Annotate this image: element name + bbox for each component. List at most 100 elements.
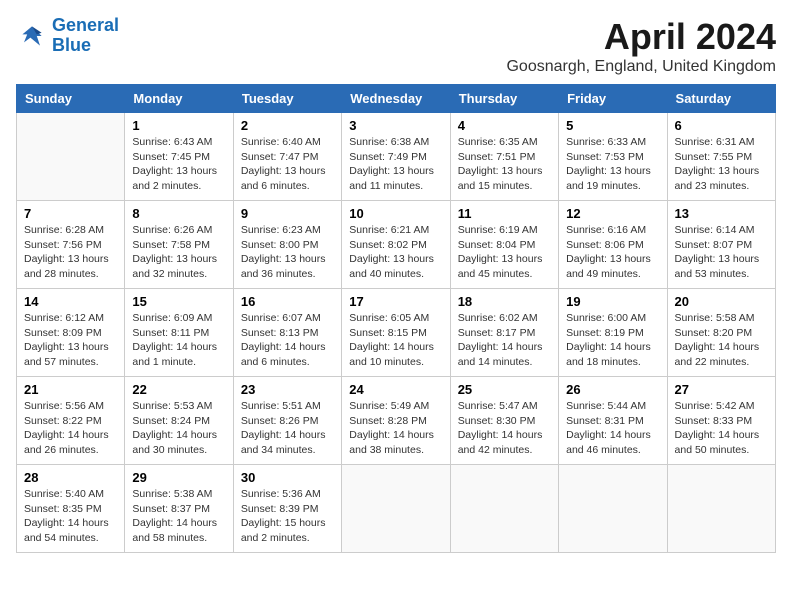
day-number: 15 (132, 294, 225, 309)
day-info: Sunrise: 6:38 AM Sunset: 7:49 PM Dayligh… (349, 135, 442, 194)
calendar-cell: 29 Sunrise: 5:38 AM Sunset: 8:37 PM Dayli… (125, 465, 233, 553)
day-number: 8 (132, 206, 225, 221)
day-number: 28 (24, 470, 117, 485)
calendar-cell: 9 Sunrise: 6:23 AM Sunset: 8:00 PM Daylig… (233, 201, 341, 289)
calendar-week-4: 21 Sunrise: 5:56 AM Sunset: 8:22 PM Dayli… (17, 377, 776, 465)
calendar-cell: 19 Sunrise: 6:00 AM Sunset: 8:19 PM Dayli… (559, 289, 667, 377)
calendar-cell (342, 465, 450, 553)
logo-text: General Blue (52, 16, 119, 56)
day-number: 4 (458, 118, 551, 133)
day-info: Sunrise: 6:26 AM Sunset: 7:58 PM Dayligh… (132, 223, 225, 282)
weekday-header-wednesday: Wednesday (342, 85, 450, 113)
day-info: Sunrise: 5:40 AM Sunset: 8:35 PM Dayligh… (24, 487, 117, 546)
calendar-cell: 21 Sunrise: 5:56 AM Sunset: 8:22 PM Dayli… (17, 377, 125, 465)
calendar-cell: 25 Sunrise: 5:47 AM Sunset: 8:30 PM Dayli… (450, 377, 558, 465)
calendar-cell: 16 Sunrise: 6:07 AM Sunset: 8:13 PM Dayli… (233, 289, 341, 377)
weekday-header-monday: Monday (125, 85, 233, 113)
calendar-cell: 13 Sunrise: 6:14 AM Sunset: 8:07 PM Dayli… (667, 201, 775, 289)
calendar-cell: 1 Sunrise: 6:43 AM Sunset: 7:45 PM Daylig… (125, 113, 233, 201)
calendar-cell: 22 Sunrise: 5:53 AM Sunset: 8:24 PM Dayli… (125, 377, 233, 465)
day-info: Sunrise: 6:23 AM Sunset: 8:00 PM Dayligh… (241, 223, 334, 282)
weekday-header-saturday: Saturday (667, 85, 775, 113)
calendar-week-5: 28 Sunrise: 5:40 AM Sunset: 8:35 PM Dayli… (17, 465, 776, 553)
day-number: 12 (566, 206, 659, 221)
day-info: Sunrise: 6:05 AM Sunset: 8:15 PM Dayligh… (349, 311, 442, 370)
day-number: 5 (566, 118, 659, 133)
calendar-cell: 17 Sunrise: 6:05 AM Sunset: 8:15 PM Dayli… (342, 289, 450, 377)
day-number: 23 (241, 382, 334, 397)
day-info: Sunrise: 6:33 AM Sunset: 7:53 PM Dayligh… (566, 135, 659, 194)
calendar-body: 1 Sunrise: 6:43 AM Sunset: 7:45 PM Daylig… (17, 113, 776, 553)
calendar-week-2: 7Sunrise: 6:28 AM Sunset: 7:56 PM Daylig… (17, 201, 776, 289)
day-number: 10 (349, 206, 442, 221)
day-number: 29 (132, 470, 225, 485)
day-number: 11 (458, 206, 551, 221)
day-number: 25 (458, 382, 551, 397)
day-number: 16 (241, 294, 334, 309)
day-info: Sunrise: 6:07 AM Sunset: 8:13 PM Dayligh… (241, 311, 334, 370)
calendar-cell: 23Sunrise: 5:51 AM Sunset: 8:26 PM Dayli… (233, 377, 341, 465)
day-info: Sunrise: 5:49 AM Sunset: 8:28 PM Dayligh… (349, 399, 442, 458)
page-header: General Blue April 2024 Goosnargh, Engla… (16, 16, 776, 76)
day-info: Sunrise: 6:43 AM Sunset: 7:45 PM Dayligh… (132, 135, 225, 194)
calendar-cell: 26Sunrise: 5:44 AM Sunset: 8:31 PM Dayli… (559, 377, 667, 465)
day-number: 21 (24, 382, 117, 397)
day-info: Sunrise: 5:47 AM Sunset: 8:30 PM Dayligh… (458, 399, 551, 458)
weekday-header-sunday: Sunday (17, 85, 125, 113)
calendar-cell: 12 Sunrise: 6:16 AM Sunset: 8:06 PM Dayli… (559, 201, 667, 289)
calendar-cell: 27 Sunrise: 5:42 AM Sunset: 8:33 PM Dayli… (667, 377, 775, 465)
calendar-week-3: 14 Sunrise: 6:12 AM Sunset: 8:09 PM Dayli… (17, 289, 776, 377)
day-number: 20 (675, 294, 768, 309)
calendar-cell: 28 Sunrise: 5:40 AM Sunset: 8:35 PM Dayli… (17, 465, 125, 553)
day-number: 13 (675, 206, 768, 221)
calendar-cell (450, 465, 558, 553)
day-info: Sunrise: 6:21 AM Sunset: 8:02 PM Dayligh… (349, 223, 442, 282)
day-info: Sunrise: 6:12 AM Sunset: 8:09 PM Dayligh… (24, 311, 117, 370)
day-number: 27 (675, 382, 768, 397)
day-number: 22 (132, 382, 225, 397)
day-info: Sunrise: 5:56 AM Sunset: 8:22 PM Dayligh… (24, 399, 117, 458)
day-info: Sunrise: 5:53 AM Sunset: 8:24 PM Dayligh… (132, 399, 225, 458)
day-info: Sunrise: 6:35 AM Sunset: 7:51 PM Dayligh… (458, 135, 551, 194)
day-info: Sunrise: 6:16 AM Sunset: 8:06 PM Dayligh… (566, 223, 659, 282)
day-info: Sunrise: 6:00 AM Sunset: 8:19 PM Dayligh… (566, 311, 659, 370)
weekday-header-tuesday: Tuesday (233, 85, 341, 113)
calendar-cell: 30 Sunrise: 5:36 AM Sunset: 8:39 PM Dayli… (233, 465, 341, 553)
day-number: 14 (24, 294, 117, 309)
day-number: 2 (241, 118, 334, 133)
day-info: Sunrise: 6:31 AM Sunset: 7:55 PM Dayligh… (675, 135, 768, 194)
day-number: 9 (241, 206, 334, 221)
calendar-cell: 18 Sunrise: 6:02 AM Sunset: 8:17 PM Dayli… (450, 289, 558, 377)
calendar-header-row: SundayMondayTuesdayWednesdayThursdayFrid… (17, 85, 776, 113)
logo: General Blue (16, 16, 119, 56)
calendar-cell (559, 465, 667, 553)
day-info: Sunrise: 5:36 AM Sunset: 8:39 PM Dayligh… (241, 487, 334, 546)
calendar-cell (667, 465, 775, 553)
day-number: 1 (132, 118, 225, 133)
calendar-cell: 15 Sunrise: 6:09 AM Sunset: 8:11 PM Dayli… (125, 289, 233, 377)
day-number: 24 (349, 382, 442, 397)
day-number: 18 (458, 294, 551, 309)
day-info: Sunrise: 6:19 AM Sunset: 8:04 PM Dayligh… (458, 223, 551, 282)
title-block: April 2024 Goosnargh, England, United Ki… (506, 16, 776, 76)
location-subtitle: Goosnargh, England, United Kingdom (506, 58, 776, 76)
logo-bird-icon (16, 20, 48, 52)
day-number: 3 (349, 118, 442, 133)
day-info: Sunrise: 6:02 AM Sunset: 8:17 PM Dayligh… (458, 311, 551, 370)
day-number: 30 (241, 470, 334, 485)
calendar-cell: 3 Sunrise: 6:38 AM Sunset: 7:49 PM Daylig… (342, 113, 450, 201)
day-info: Sunrise: 6:14 AM Sunset: 8:07 PM Dayligh… (675, 223, 768, 282)
day-info: Sunrise: 5:38 AM Sunset: 8:37 PM Dayligh… (132, 487, 225, 546)
calendar-cell: 7Sunrise: 6:28 AM Sunset: 7:56 PM Daylig… (17, 201, 125, 289)
weekday-header-thursday: Thursday (450, 85, 558, 113)
day-info: Sunrise: 6:09 AM Sunset: 8:11 PM Dayligh… (132, 311, 225, 370)
calendar-cell: 24 Sunrise: 5:49 AM Sunset: 8:28 PM Dayli… (342, 377, 450, 465)
calendar-cell: 14 Sunrise: 6:12 AM Sunset: 8:09 PM Dayli… (17, 289, 125, 377)
day-info: Sunrise: 5:42 AM Sunset: 8:33 PM Dayligh… (675, 399, 768, 458)
day-number: 17 (349, 294, 442, 309)
calendar-cell: 5 Sunrise: 6:33 AM Sunset: 7:53 PM Daylig… (559, 113, 667, 201)
day-number: 19 (566, 294, 659, 309)
day-info: Sunrise: 5:58 AM Sunset: 8:20 PM Dayligh… (675, 311, 768, 370)
month-title: April 2024 (506, 16, 776, 58)
calendar-cell: 20 Sunrise: 5:58 AM Sunset: 8:20 PM Dayli… (667, 289, 775, 377)
